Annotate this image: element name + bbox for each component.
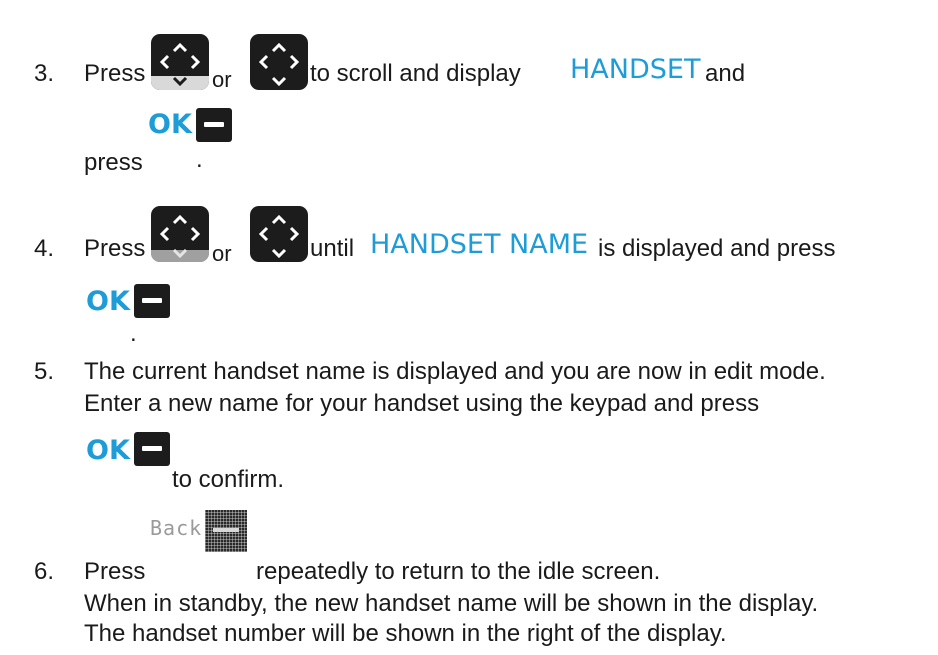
back-label: Back: [150, 516, 203, 540]
step-3-press-label: Press: [84, 60, 146, 87]
step-4-press-label: Press: [84, 235, 146, 262]
step-4-number: 4.: [34, 235, 55, 262]
minus-softkey-icon: [196, 108, 232, 142]
step-5-number: 5.: [34, 358, 55, 385]
step-5-end: to confirm.: [172, 466, 285, 493]
step-3-tail-text: and: [705, 60, 746, 87]
step-4-tail-text: is displayed and press: [598, 235, 836, 262]
back-softkey-icon: [205, 510, 247, 552]
step-3-press-label-2: press: [84, 149, 143, 176]
step-6-press-label: Press: [84, 558, 146, 585]
step-3-middle-text: to scroll and display: [310, 60, 521, 87]
step-6-tail-text: repeatedly to return to the idle screen.: [256, 558, 661, 585]
step-3-or-label: or: [212, 67, 232, 92]
minus-softkey-icon: [134, 284, 170, 318]
step-4-middle-text: until: [310, 235, 355, 262]
minus-softkey-icon: [134, 432, 170, 466]
step-3-number: 3.: [34, 60, 55, 87]
step-6-line-3: The handset number will be shown in the …: [84, 620, 727, 647]
nav-key-icon: [250, 206, 308, 262]
ok-label: OK: [86, 286, 130, 317]
ok-label: OK: [148, 109, 192, 140]
step-6-line-2: When in standby, the new handset name wi…: [84, 590, 819, 617]
step-3-end: .: [196, 146, 203, 173]
ok-label: OK: [86, 435, 130, 466]
nav-key-icon: [151, 34, 209, 90]
step-5-line-2: Enter a new name for your handset using …: [84, 390, 760, 417]
nav-key-icon: [250, 34, 308, 90]
screen-text-handset-name: HANDSET NAME: [370, 229, 589, 260]
step-6-number: 6.: [34, 558, 55, 585]
screen-text-handset: HANDSET: [570, 54, 701, 85]
step-4-end: .: [130, 320, 137, 347]
step-5-line-1: The current handset name is displayed an…: [84, 358, 826, 385]
step-4-or-label: or: [212, 241, 232, 266]
nav-key-icon: [151, 206, 209, 262]
